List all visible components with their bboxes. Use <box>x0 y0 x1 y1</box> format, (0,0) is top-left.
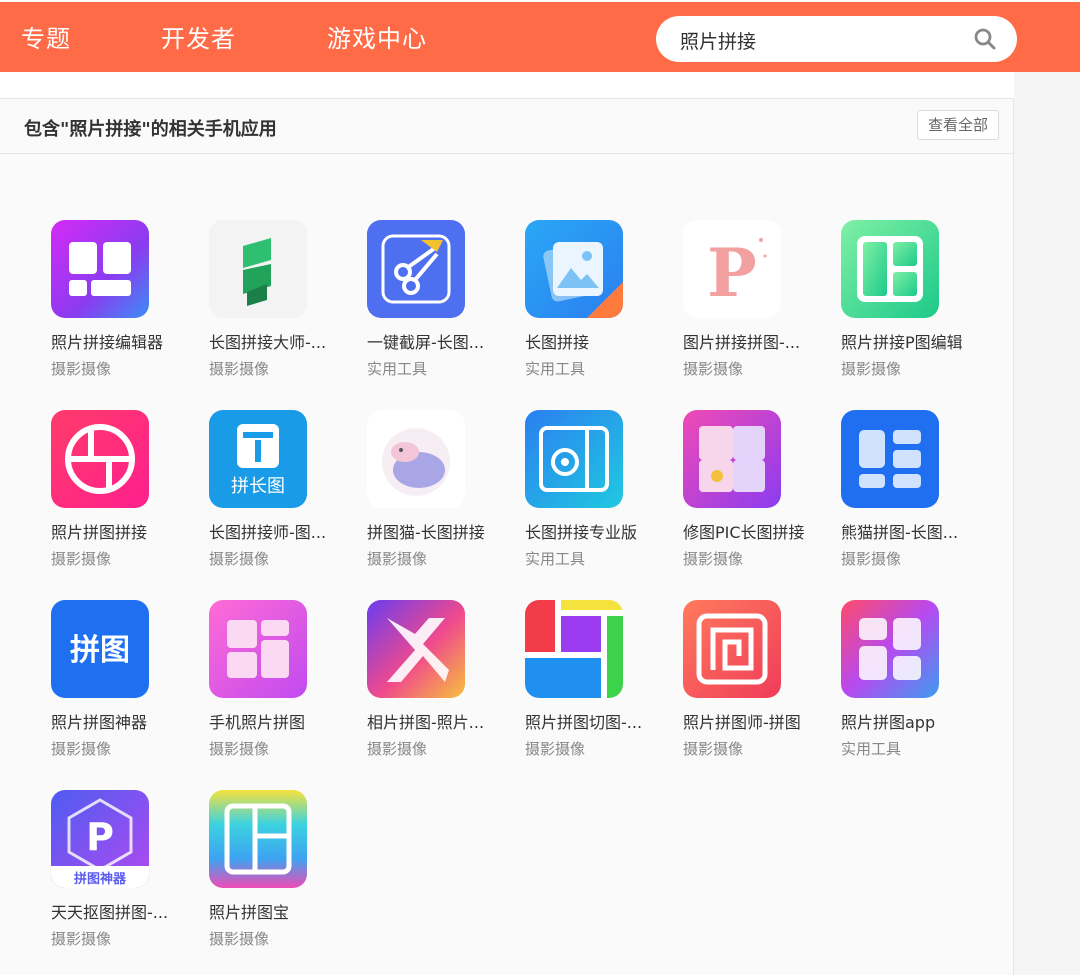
app-name: 长图拼接大师-... <box>209 333 327 352</box>
app-category: 实用工具 <box>525 360 586 378</box>
app-card[interactable]: 拼图猫-长图拼接 摄影摄像 <box>367 410 525 600</box>
app-card[interactable]: 手机照片拼图 摄影摄像 <box>209 600 367 790</box>
app-name: 长图拼接专业版 <box>525 523 638 542</box>
app-name: 照片拼图切图-... <box>525 713 643 732</box>
app-name: 熊猫拼图-长图... <box>841 523 959 542</box>
app-category: 摄影摄像 <box>683 550 744 568</box>
app-card[interactable]: 照片拼接P图编辑 摄影摄像 <box>841 220 999 410</box>
top-nav-bar: 专题 开发者 游戏中心 <box>0 0 1080 72</box>
app-card[interactable]: 相片拼图-照片... 摄影摄像 <box>367 600 525 790</box>
app-category: 摄影摄像 <box>51 360 112 378</box>
app-category: 摄影摄像 <box>209 740 270 758</box>
app-name: 照片拼图app <box>841 713 936 732</box>
pintu-text-icon: 拼图 <box>51 600 149 698</box>
search-input[interactable] <box>678 26 962 54</box>
image-stack-icon <box>525 220 623 318</box>
app-name: 照片拼接P图编辑 <box>841 333 963 352</box>
app-category: 实用工具 <box>525 550 586 568</box>
app-category: 摄影摄像 <box>209 360 270 378</box>
app-category: 摄影摄像 <box>841 360 902 378</box>
nav-item-topics[interactable]: 专题 <box>21 24 71 54</box>
app-name: 手机照片拼图 <box>209 713 306 732</box>
app-name: 照片拼图神器 <box>51 713 148 732</box>
app-category: 摄影摄像 <box>683 360 744 378</box>
app-card[interactable]: 照片拼图宝 摄影摄像 <box>209 790 367 980</box>
app-card[interactable]: P 拼图神器 天天抠图拼图-... 摄影摄像 <box>51 790 209 980</box>
panda-layout-icon <box>841 410 939 508</box>
puzzle-icon <box>683 410 781 508</box>
page-gutter <box>1014 72 1080 975</box>
green-s-logo-icon <box>209 220 307 318</box>
app-name: 照片拼接编辑器 <box>51 333 164 352</box>
icon-letter-p: P <box>707 234 757 312</box>
icon-text: 拼图神器 <box>74 871 127 887</box>
panel-header: 包含"照片拼接"的相关手机应用 查看全部 <box>0 99 1013 154</box>
app-category: 摄影摄像 <box>51 550 112 568</box>
color-blocks-icon <box>525 600 623 698</box>
app-category: 实用工具 <box>367 360 428 378</box>
app-category: 实用工具 <box>841 740 902 758</box>
icon-text: 拼长图 <box>231 476 285 497</box>
nav-item-developers[interactable]: 开发者 <box>161 24 236 54</box>
circle-grid-icon <box>51 410 149 508</box>
app-name: 修图PIC长图拼接 <box>683 523 805 542</box>
camera-frame-icon <box>525 410 623 508</box>
app-category: 摄影摄像 <box>525 740 586 758</box>
app-name: 天天抠图拼图-... <box>51 903 169 922</box>
photo-collage-grid-icon <box>51 220 149 318</box>
app-category: 摄影摄像 <box>209 550 270 568</box>
app-category: 摄影摄像 <box>51 740 112 758</box>
app-card[interactable]: 一键截屏-长图... 实用工具 <box>367 220 525 410</box>
app-name: 长图拼接师-图... <box>209 523 327 542</box>
app-category: 摄影摄像 <box>51 930 112 948</box>
section-title: 包含"照片拼接"的相关手机应用 <box>24 119 277 140</box>
app-card[interactable]: 拼长图 长图拼接师-图... 摄影摄像 <box>209 410 367 600</box>
app-name: 照片拼图拼接 <box>51 523 148 542</box>
search-box <box>656 16 1017 62</box>
x-shape-icon <box>367 600 465 698</box>
search-icon[interactable] <box>973 27 997 51</box>
app-name: 长图拼接 <box>525 333 590 352</box>
cat-icon <box>367 410 465 508</box>
app-name: 一键截屏-长图... <box>367 333 485 352</box>
app-card[interactable]: 照片拼接编辑器 摄影摄像 <box>51 220 209 410</box>
app-card[interactable]: 照片拼图切图-... 摄影摄像 <box>525 600 683 790</box>
letter-p-icon: P <box>683 220 781 318</box>
app-name: 图片拼接拼图-... <box>683 333 801 352</box>
app-card[interactable]: 照片拼图师-拼图 摄影摄像 <box>683 600 841 790</box>
app-category: 摄影摄像 <box>367 550 428 568</box>
app-card[interactable]: 熊猫拼图-长图... 摄影摄像 <box>841 410 999 600</box>
scissors-icon <box>367 220 465 318</box>
hexagon-p-icon: P 拼图神器 <box>51 790 149 888</box>
app-name: 照片拼图师-拼图 <box>683 713 801 732</box>
app-card[interactable]: 照片拼图拼接 摄影摄像 <box>51 410 209 600</box>
long-image-icon: 拼长图 <box>209 410 307 508</box>
nav-item-game-center[interactable]: 游戏中心 <box>327 24 427 54</box>
app-name: 相片拼图-照片... <box>367 713 485 732</box>
rainbow-frame-icon <box>209 790 307 888</box>
gradient-grid-icon <box>841 600 939 698</box>
app-card[interactable]: P 图片拼接拼图-... 摄影摄像 <box>683 220 841 410</box>
app-category: 摄影摄像 <box>209 930 270 948</box>
app-card[interactable]: 修图PIC长图拼接 摄影摄像 <box>683 410 841 600</box>
app-category: 摄影摄像 <box>683 740 744 758</box>
pink-grid-icon <box>209 600 307 698</box>
app-card[interactable]: 长图拼接大师-... 摄影摄像 <box>209 220 367 410</box>
green-grid-icon <box>841 220 939 318</box>
app-card[interactable]: 照片拼图app 实用工具 <box>841 600 999 790</box>
icon-text: 拼图 <box>70 633 130 668</box>
app-category: 摄影摄像 <box>367 740 428 758</box>
app-name: 拼图猫-长图拼接 <box>367 523 485 542</box>
view-all-button[interactable]: 查看全部 <box>917 110 999 140</box>
icon-letter-p: P <box>86 815 114 859</box>
app-card[interactable]: 长图拼接 实用工具 <box>525 220 683 410</box>
spiral-frame-icon <box>683 600 781 698</box>
app-category: 摄影摄像 <box>841 550 902 568</box>
app-grid: 照片拼接编辑器 摄影摄像 长图拼接大师-... 摄影摄像 一键截屏-长图... … <box>51 220 1001 980</box>
app-card[interactable]: 长图拼接专业版 实用工具 <box>525 410 683 600</box>
app-name: 照片拼图宝 <box>209 903 290 922</box>
app-card[interactable]: 拼图 照片拼图神器 摄影摄像 <box>51 600 209 790</box>
